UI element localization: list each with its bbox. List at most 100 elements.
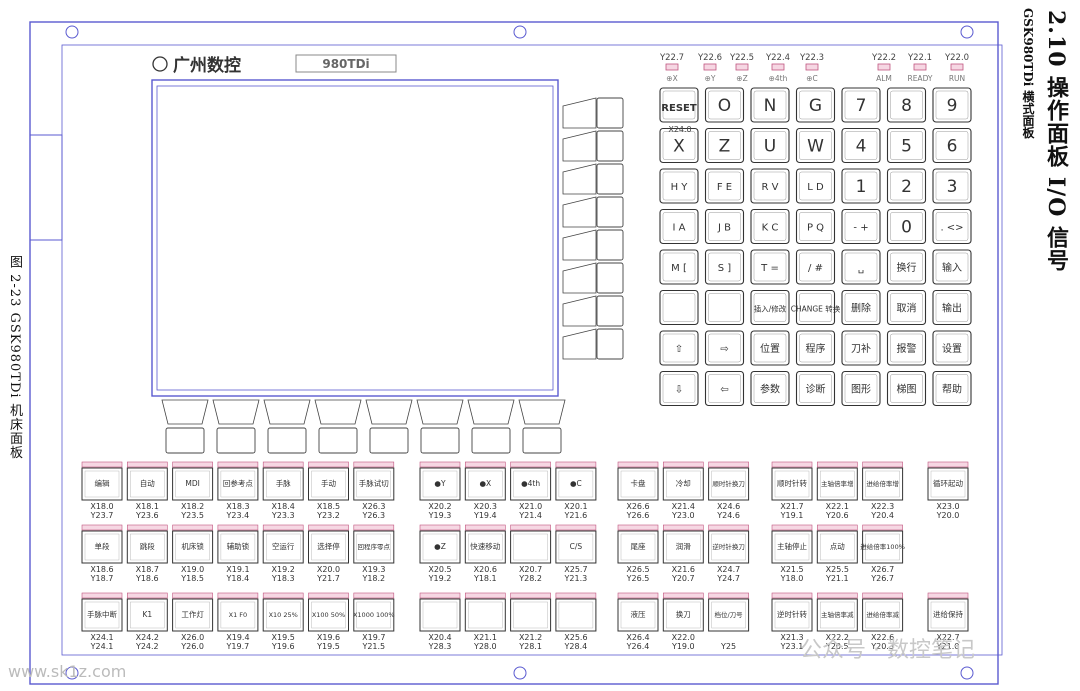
keypad-key[interactable]: M [ bbox=[659, 249, 699, 285]
keypad-key[interactable]: ⇧ bbox=[659, 330, 699, 366]
function-key[interactable]: 进给倍率100% X26.7Y26.7 bbox=[860, 524, 905, 583]
keypad-key[interactable]: CHANGE 转换 bbox=[791, 289, 841, 326]
keypad-key[interactable]: W bbox=[795, 127, 836, 164]
function-key[interactable]: X20.7Y28.2 bbox=[510, 524, 552, 583]
keypad-key[interactable]: 8 bbox=[886, 87, 927, 123]
function-key[interactable]: ●Y X20.2Y19.3 bbox=[419, 461, 461, 520]
function-key[interactable]: X21.2Y28.1 bbox=[510, 592, 552, 651]
keypad-key[interactable]: 参数 bbox=[750, 370, 790, 407]
function-key[interactable]: 主轴停止 X21.5Y18.0 bbox=[771, 524, 813, 583]
function-key[interactable]: X1 F0 X19.4Y19.7 bbox=[217, 592, 259, 651]
keypad-key[interactable]: I A bbox=[659, 208, 699, 245]
function-key[interactable]: 进给倍率增 X22.3Y20.4 bbox=[862, 461, 904, 520]
keypad-key[interactable]: 0 bbox=[886, 208, 927, 245]
function-key[interactable]: 换刀 X22.0Y19.0 bbox=[662, 592, 704, 651]
keypad-key[interactable]: H Y bbox=[659, 168, 699, 204]
keypad-key[interactable]: 图形 bbox=[841, 370, 881, 407]
function-key[interactable]: X21.1Y28.0 bbox=[464, 592, 506, 651]
keypad-key[interactable]: 7 bbox=[841, 87, 881, 123]
function-key[interactable]: ●X X20.3Y19.4 bbox=[464, 461, 506, 520]
function-key[interactable]: K1 X24.2Y24.2 bbox=[126, 592, 168, 651]
function-key[interactable]: 档位/刀号 Y25 bbox=[708, 592, 750, 651]
function-key[interactable]: 空运行 X19.2Y18.3 bbox=[262, 524, 304, 583]
keypad-key[interactable] bbox=[704, 289, 745, 326]
keypad-key[interactable]: 换行 bbox=[886, 249, 927, 285]
keypad-key[interactable]: 梯图 bbox=[886, 370, 927, 407]
function-key[interactable]: 编辑 X18.0Y23.7 bbox=[81, 461, 123, 520]
function-key[interactable]: 手动 X18.5Y23.2 bbox=[308, 461, 349, 520]
keypad-key[interactable]: 刀补 bbox=[841, 330, 881, 366]
function-key[interactable]: 冷却 X21.4Y23.0 bbox=[662, 461, 704, 520]
keypad-key[interactable]: ⇦ bbox=[704, 370, 745, 407]
keypad-key[interactable]: K C bbox=[750, 208, 790, 245]
keypad-key[interactable]: 设置 bbox=[932, 330, 972, 366]
keypad-key[interactable]: 插入/修改 bbox=[750, 289, 790, 326]
function-key[interactable]: 快速移动 X20.6Y18.1 bbox=[464, 524, 506, 583]
function-key[interactable]: 跳段 X18.7Y18.6 bbox=[126, 524, 168, 583]
function-key[interactable]: 循环起动 X23.0Y20.0 bbox=[927, 461, 969, 520]
function-key[interactable]: 润滑 X21.6Y20.7 bbox=[662, 524, 704, 583]
keypad-key[interactable]: 删除 bbox=[841, 289, 881, 326]
keypad-key[interactable]: F E bbox=[704, 168, 745, 204]
keypad-key[interactable]: S ] bbox=[704, 249, 745, 285]
keypad-key[interactable]: 输出 bbox=[932, 289, 972, 326]
function-key[interactable]: 回程序零点 X19.3Y18.2 bbox=[353, 524, 395, 583]
keypad-key[interactable]: U bbox=[750, 127, 790, 164]
keypad-key[interactable]: RESET bbox=[659, 87, 699, 123]
function-key[interactable]: MDI X18.2Y23.5 bbox=[172, 461, 214, 520]
function-key[interactable]: 工作灯 X26.0Y26.0 bbox=[172, 592, 214, 651]
function-key[interactable]: X25.6Y28.4 bbox=[555, 592, 597, 651]
function-key[interactable]: 液压 X26.4Y26.4 bbox=[617, 592, 659, 651]
keypad-key[interactable]: 3 bbox=[932, 168, 972, 204]
keypad-key[interactable]: 程序 bbox=[795, 330, 836, 366]
keypad-key[interactable]: 4 bbox=[841, 127, 881, 164]
function-key[interactable]: X20.4Y28.3 bbox=[419, 592, 461, 651]
keypad-key[interactable]: 报警 bbox=[886, 330, 927, 366]
function-key[interactable]: 辅助锁 X19.1Y18.4 bbox=[217, 524, 259, 583]
keypad-key[interactable]: N bbox=[750, 87, 790, 123]
keypad-key[interactable]: 5 bbox=[886, 127, 927, 164]
function-key[interactable]: 顺时针转 X21.7Y19.1 bbox=[771, 461, 813, 520]
function-key[interactable]: 手脉 X18.4Y23.3 bbox=[262, 461, 304, 520]
function-key[interactable]: 尾座 X26.5Y26.5 bbox=[617, 524, 659, 583]
keypad-key[interactable]: O bbox=[704, 87, 745, 123]
keypad-key[interactable]: 9 bbox=[932, 87, 972, 123]
keypad-key[interactable] bbox=[659, 289, 699, 326]
function-key[interactable]: X10 25% X19.5Y19.6 bbox=[262, 592, 304, 651]
function-key[interactable]: ●4th X21.0Y21.4 bbox=[510, 461, 552, 520]
keypad-key[interactable]: / # bbox=[795, 249, 836, 285]
function-key[interactable]: C/S X25.7Y21.3 bbox=[555, 524, 597, 583]
keypad-key[interactable]: - + bbox=[841, 208, 881, 245]
keypad-key[interactable]: P Q bbox=[795, 208, 836, 245]
function-key[interactable]: 单段 X18.6Y18.7 bbox=[81, 524, 123, 583]
function-key[interactable]: X1000 100% X19.7Y21.5 bbox=[353, 592, 395, 651]
keypad-key[interactable]: ␣ bbox=[841, 249, 881, 285]
function-key[interactable]: 自动 X18.1Y23.6 bbox=[126, 461, 168, 520]
function-key[interactable]: 机床锁 X19.0Y18.5 bbox=[172, 524, 214, 583]
function-key[interactable]: 选择停 X20.0Y21.7 bbox=[308, 524, 349, 583]
function-key[interactable]: 点动 X25.5Y21.1 bbox=[816, 524, 858, 583]
keypad-key[interactable]: 6 bbox=[932, 127, 972, 164]
keypad-key[interactable]: L D bbox=[795, 168, 836, 204]
function-key[interactable]: 主轴倍率增 X22.1Y20.6 bbox=[816, 461, 858, 520]
function-key[interactable]: 顺时针换刀 X24.6Y24.6 bbox=[708, 461, 750, 520]
keypad-key[interactable]: T = bbox=[750, 249, 790, 285]
function-key[interactable]: ●C X20.1Y21.6 bbox=[555, 461, 597, 520]
keypad-key[interactable]: 帮助 bbox=[932, 370, 972, 407]
keypad-key[interactable]: ⇨ bbox=[704, 330, 745, 366]
keypad-key[interactable]: 输入 bbox=[932, 249, 972, 285]
keypad-key[interactable]: 取消 bbox=[886, 289, 927, 326]
function-key[interactable]: X100 50% X19.6Y19.5 bbox=[308, 592, 349, 651]
function-key[interactable]: 卡盘 X26.6Y26.6 bbox=[617, 461, 659, 520]
keypad-key[interactable]: 位置 bbox=[750, 330, 790, 366]
keypad-key[interactable]: . <> bbox=[932, 208, 972, 245]
keypad-key[interactable]: Z bbox=[704, 127, 745, 164]
keypad-key[interactable]: ⇩ bbox=[659, 370, 699, 407]
function-key[interactable]: 手脉中断 X24.1Y24.1 bbox=[81, 592, 123, 651]
keypad-key[interactable]: 诊断 bbox=[795, 370, 836, 407]
function-key[interactable]: ●Z X20.5Y19.2 bbox=[419, 524, 461, 583]
function-key[interactable]: 手脉试切 X26.3Y26.3 bbox=[353, 461, 395, 520]
keypad-key[interactable]: 1 bbox=[841, 168, 881, 204]
keypad-key[interactable]: J B bbox=[704, 208, 745, 245]
keypad-key[interactable]: R V bbox=[750, 168, 790, 204]
